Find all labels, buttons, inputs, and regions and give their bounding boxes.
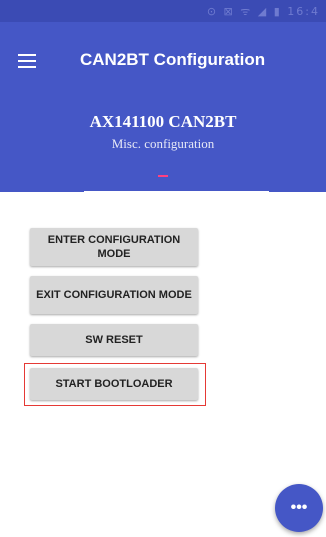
hamburger-menu-icon[interactable] [18, 54, 36, 68]
header-panel: AX141100 CAN2BT Misc. configuration [0, 98, 326, 192]
app-bar: CAN2BT Configuration [0, 22, 326, 98]
status-icons: ⊙ ⊠ ᯤ ◢ ▮ 16:4 [206, 5, 320, 18]
status-bar: ⊙ ⊠ ᯤ ◢ ▮ 16:4 [0, 0, 326, 22]
more-options-fab[interactable]: ••• [275, 484, 323, 532]
page-indicator [158, 175, 168, 177]
page-subtitle: Misc. configuration [111, 136, 215, 151]
exit-configuration-mode-button[interactable]: EXIT CONFIGURATION MODE [30, 276, 198, 314]
device-title: AX141100 CAN2BT [89, 112, 237, 131]
enter-configuration-mode-button[interactable]: ENTER CONFIGURATION MODE [30, 228, 198, 266]
more-horizontal-icon: ••• [290, 499, 308, 516]
status-time: 16:4 [287, 5, 320, 18]
sw-reset-button[interactable]: SW RESET [30, 324, 198, 356]
tab-underline [84, 191, 269, 193]
app-title: CAN2BT Configuration [80, 50, 266, 69]
start-bootloader-button[interactable]: START BOOTLOADER [30, 368, 198, 400]
